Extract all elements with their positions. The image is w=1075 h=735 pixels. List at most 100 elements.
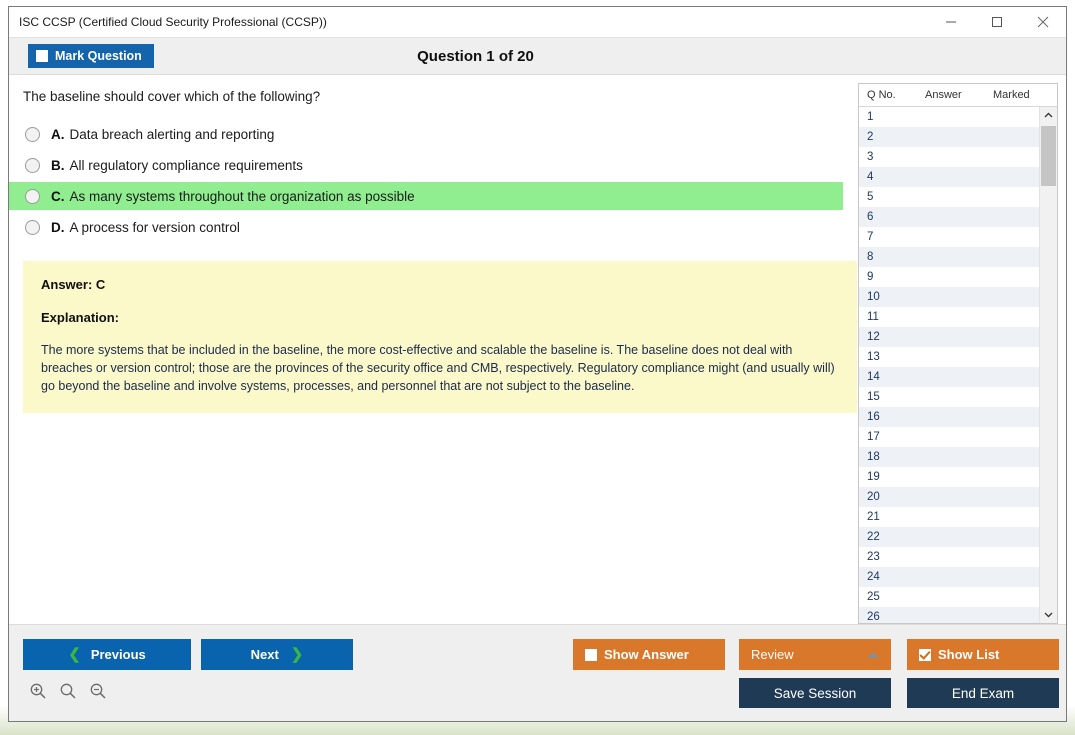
end-exam-button[interactable]: End Exam [907, 678, 1059, 708]
options-list: A. Data breach alerting and reporting B. Al… [9, 120, 858, 241]
question-list-row[interactable]: 12 [859, 327, 1039, 347]
question-list-panel: Q No. Answer Marked 1 2 3 4 5 6 7 8 9 10 11 12 13 14 1… [858, 83, 1058, 624]
question-list-row[interactable]: 11 [859, 307, 1039, 327]
zoom-reset-icon[interactable] [57, 680, 79, 702]
question-list-row[interactable]: 18 [859, 447, 1039, 467]
option-letter: C. [51, 188, 65, 204]
option-radio[interactable] [25, 126, 40, 142]
question-list-row[interactable]: 17 [859, 427, 1039, 447]
question-list-row[interactable]: 14 [859, 367, 1039, 387]
zoom-tools [27, 680, 109, 702]
show-list-button[interactable]: Show List [907, 639, 1059, 670]
question-list-row[interactable]: 4 [859, 167, 1039, 187]
row-question-number: 22 [867, 531, 880, 543]
question-list-row[interactable]: 23 [859, 547, 1039, 567]
option-row[interactable]: B. All regulatory compliance requirements [9, 151, 843, 179]
row-question-number: 23 [867, 551, 880, 563]
show-list-label: Show List [938, 647, 1000, 662]
previous-button[interactable]: ❮ Previous [23, 639, 191, 670]
zoom-in-icon[interactable] [27, 680, 49, 702]
next-button[interactable]: Next ❯ [201, 639, 353, 670]
question-list-row[interactable]: 10 [859, 287, 1039, 307]
option-radio[interactable] [25, 157, 40, 173]
option-row[interactable]: D. A process for version control [9, 213, 843, 241]
row-question-number: 2 [867, 131, 874, 143]
option-text: All regulatory compliance requirements [69, 157, 303, 173]
row-question-number: 21 [867, 511, 880, 523]
mark-question-button[interactable]: Mark Question [28, 44, 154, 68]
row-question-number: 18 [867, 451, 880, 463]
chevron-down-icon[interactable] [1040, 606, 1057, 623]
chevron-up-icon[interactable] [1040, 107, 1057, 124]
question-list-row[interactable]: 8 [859, 247, 1039, 267]
minimize-icon[interactable] [928, 7, 974, 37]
row-question-number: 20 [867, 491, 880, 503]
row-question-number: 11 [867, 311, 879, 323]
footer-toolbar: ❮ Previous Next ❯ Show Answer Review Sho… [9, 624, 1066, 721]
save-session-button[interactable]: Save Session [739, 678, 891, 708]
question-list-row[interactable]: 20 [859, 487, 1039, 507]
body-area: The baseline should cover which of the f… [9, 75, 1066, 624]
column-header-answer: Answer [925, 89, 962, 101]
show-answer-checkbox[interactable] [585, 648, 597, 661]
question-list-row[interactable]: 19 [859, 467, 1039, 487]
column-header-marked: Marked [993, 89, 1030, 101]
question-list-row[interactable]: 22 [859, 527, 1039, 547]
exam-window: ISC CCSP (Certified Cloud Security Profe… [8, 6, 1067, 722]
row-question-number: 5 [867, 191, 874, 203]
row-question-number: 24 [867, 571, 880, 583]
option-radio[interactable] [25, 188, 40, 204]
question-list-row[interactable]: 21 [859, 507, 1039, 527]
answer-panel: Answer: C Explanation: The more systems … [23, 261, 857, 414]
question-list-row[interactable]: 25 [859, 587, 1039, 607]
zoom-out-icon[interactable] [87, 680, 109, 702]
question-list-row[interactable]: 15 [859, 387, 1039, 407]
show-answer-button[interactable]: Show Answer [573, 639, 725, 670]
explanation-text: The more systems that be included in the… [41, 343, 835, 394]
scrollbar-track[interactable] [1040, 124, 1057, 606]
chevron-left-icon: ❮ [68, 646, 81, 663]
question-list-row[interactable]: 16 [859, 407, 1039, 427]
window-title: ISC CCSP (Certified Cloud Security Profe… [19, 15, 327, 29]
row-question-number: 7 [867, 231, 874, 243]
row-question-number: 13 [867, 351, 880, 363]
question-list-row[interactable]: 3 [859, 147, 1039, 167]
chevron-right-icon: ❯ [290, 646, 304, 663]
option-text: Data breach alerting and reporting [69, 126, 275, 142]
header-band: Mark Question Question 1 of 20 [9, 38, 1066, 75]
mark-question-label: Mark Question [55, 49, 142, 63]
row-question-number: 10 [867, 291, 880, 303]
question-list-header: Q No. Answer Marked [859, 84, 1057, 107]
question-list-row[interactable]: 5 [859, 187, 1039, 207]
show-list-checkbox[interactable] [919, 648, 931, 661]
question-list-row[interactable]: 6 [859, 207, 1039, 227]
question-list-row[interactable]: 24 [859, 567, 1039, 587]
option-text: As many systems throughout the organizat… [69, 188, 415, 204]
chevron-up-icon[interactable] [867, 651, 879, 658]
question-text: The baseline should cover which of the f… [23, 89, 321, 104]
question-list-row[interactable]: 2 [859, 127, 1039, 147]
maximize-icon[interactable] [974, 7, 1020, 37]
question-list-rows: 1 2 3 4 5 6 7 8 9 10 11 12 13 14 15 16 17 18 19 20 21 22 23 24 2… [859, 107, 1039, 623]
scrollbar-thumb[interactable] [1041, 126, 1056, 186]
title-bar: ISC CCSP (Certified Cloud Security Profe… [9, 7, 1066, 38]
row-question-number: 4 [867, 171, 874, 183]
review-dropdown[interactable]: Review [739, 639, 891, 670]
question-list-row[interactable]: 9 [859, 267, 1039, 287]
question-list-row[interactable]: 13 [859, 347, 1039, 367]
mark-question-checkbox[interactable] [36, 50, 48, 62]
close-icon[interactable] [1020, 7, 1066, 37]
row-question-number: 25 [867, 591, 880, 603]
question-list-scroll-area: 1 2 3 4 5 6 7 8 9 10 11 12 13 14 15 16 17 18 19 20 21 22 23 24 2… [859, 107, 1057, 623]
option-row[interactable]: A. Data breach alerting and reporting [9, 120, 843, 148]
previous-label: Previous [90, 647, 146, 662]
option-letter: A. [51, 126, 65, 142]
next-label: Next [250, 647, 279, 662]
option-row[interactable]: C. As many systems throughout the organiz… [9, 182, 843, 210]
option-radio[interactable] [25, 219, 40, 235]
question-list-scrollbar[interactable] [1039, 107, 1057, 623]
question-list-row[interactable]: 1 [859, 107, 1039, 127]
question-list-row[interactable]: 26 [859, 607, 1039, 623]
question-list-row[interactable]: 7 [859, 227, 1039, 247]
row-question-number: 17 [867, 431, 880, 443]
